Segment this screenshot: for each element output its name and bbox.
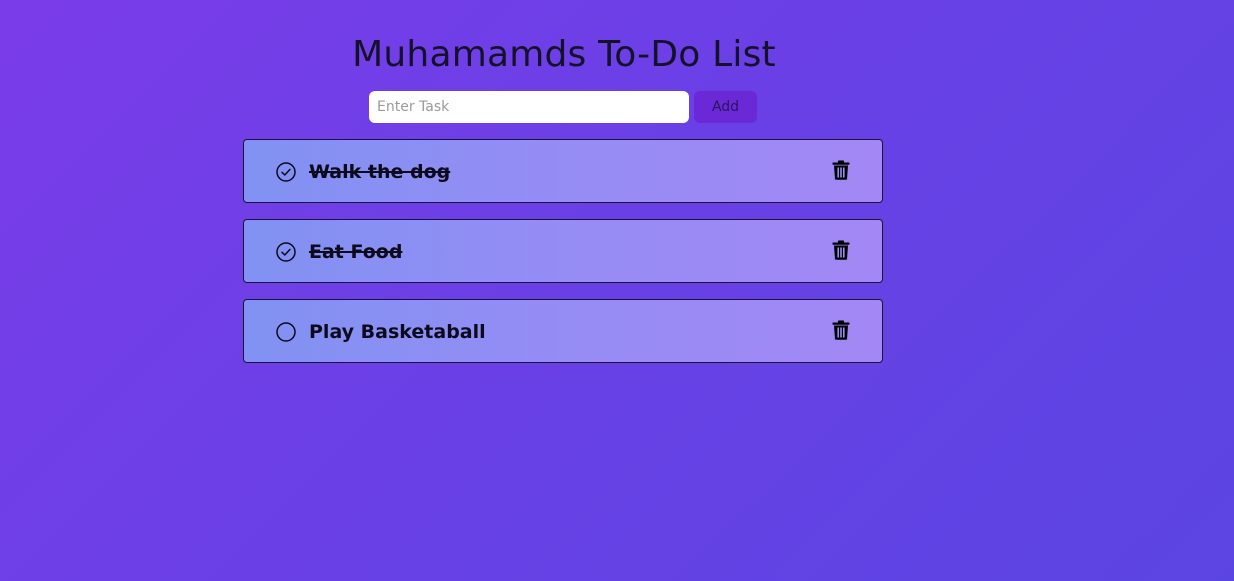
add-button[interactable]: Add — [694, 91, 757, 123]
trash-icon[interactable] — [832, 240, 850, 260]
check-circle-icon[interactable] — [276, 162, 296, 182]
empty-circle-icon[interactable] — [276, 322, 296, 342]
trash-icon[interactable] — [832, 160, 850, 180]
task-form: Add — [369, 91, 757, 123]
trash-icon[interactable] — [832, 320, 850, 340]
task-list: Walk the dog Eat Food Play Basketaball — [243, 139, 883, 379]
task-item: Eat Food — [243, 219, 883, 283]
check-circle-icon[interactable] — [276, 242, 296, 262]
task-text: Play Basketaball — [309, 321, 486, 343]
task-text: Walk the dog — [309, 161, 451, 183]
task-input[interactable] — [369, 91, 689, 123]
page-title: Muhamamds To-Do List — [352, 34, 776, 75]
task-item: Play Basketaball — [243, 299, 883, 363]
task-text: Eat Food — [309, 241, 403, 263]
task-item: Walk the dog — [243, 139, 883, 203]
